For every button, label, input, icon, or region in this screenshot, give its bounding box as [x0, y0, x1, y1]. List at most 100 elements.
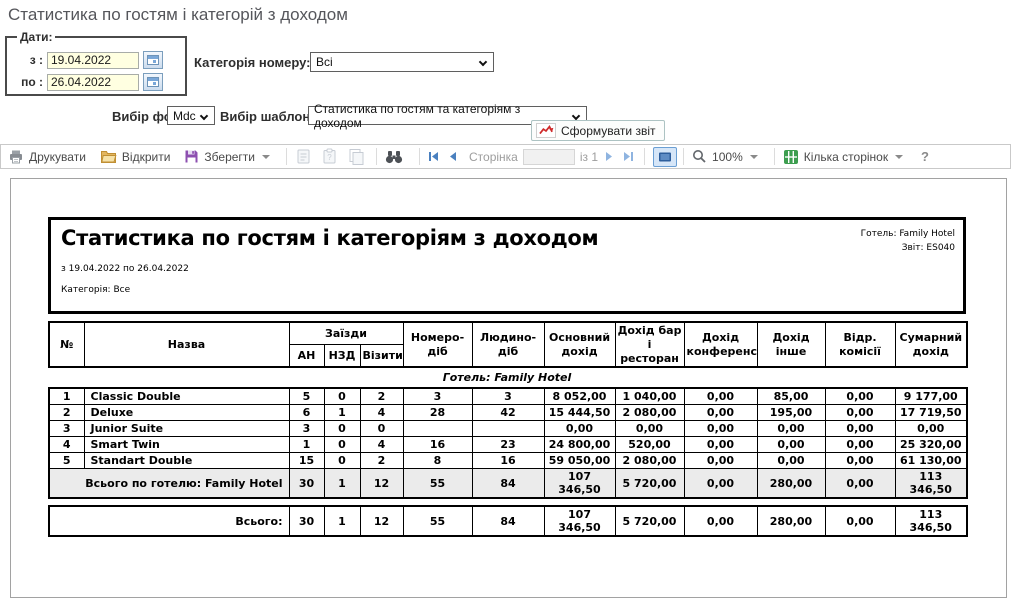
table-cell-total: 61 130,00	[895, 453, 967, 469]
table-cell-name: Deluxe	[84, 405, 289, 421]
col-num: №	[49, 322, 84, 367]
grand-total-table: Всього: 30 1 12 55 84 107 346,50 5 720,0…	[48, 505, 968, 537]
col-nzd: НЗД	[324, 345, 360, 368]
toolbar-separator	[286, 148, 287, 165]
page-total-label: із 1	[580, 150, 598, 164]
grand-total-visits: 12	[360, 506, 403, 536]
hotel-total-nzd: 1	[324, 469, 360, 499]
hotel-group-label: Готель: Family Hotel	[48, 371, 966, 384]
zoom-value: 100%	[712, 150, 743, 164]
report-category: Категорія: Все	[61, 285, 955, 295]
table-cell-visits: 0	[360, 421, 403, 437]
table-cell-conf: 0,00	[684, 421, 757, 437]
generate-report-button[interactable]: Сформувати звіт	[531, 120, 665, 141]
format-select[interactable]: Mdc	[167, 106, 215, 125]
hotel-total-sum: 113 346,50	[895, 469, 967, 499]
table-cell-room_nights: 8	[403, 453, 472, 469]
chevron-down-icon	[479, 58, 487, 66]
table-cell-total: 9 177,00	[895, 388, 967, 405]
clipboard-help-icon-disabled: ?	[321, 148, 338, 165]
magnifier-icon	[692, 149, 707, 164]
col-person-nights: Людино-діб	[472, 322, 544, 367]
table-cell-main: 24 800,00	[544, 437, 615, 453]
col-name: Назва	[84, 322, 289, 367]
calendar-button[interactable]	[143, 73, 163, 91]
col-total-income: Сумарний дохід	[895, 322, 967, 367]
table-cell-name: Junior Suite	[84, 421, 289, 437]
table-cell-total: 25 320,00	[895, 437, 967, 453]
grand-total-conf: 0,00	[684, 506, 757, 536]
table-row: 2Deluxe614284215 444,502 080,000,00195,0…	[49, 405, 967, 421]
col-room-nights: Номеро-діб	[403, 322, 472, 367]
table-cell-other: 195,00	[757, 405, 825, 421]
chart-icon	[536, 123, 556, 138]
dates-legend: Дати:	[17, 30, 55, 44]
print-button[interactable]: Друкувати	[8, 149, 86, 165]
chevron-down-icon	[750, 155, 758, 159]
table-cell-conf: 0,00	[684, 388, 757, 405]
page-label: Сторінка	[469, 150, 518, 164]
table-cell-total: 0,00	[895, 421, 967, 437]
table-cell-num: 2	[49, 405, 84, 421]
chevron-down-icon	[895, 155, 903, 159]
grand-total-commission: 0,00	[825, 506, 895, 536]
room-category-select[interactable]: Всі	[310, 52, 494, 72]
folder-open-icon	[100, 149, 117, 164]
report-hotel: Готель: Family Hotel	[861, 227, 955, 241]
grand-total-sum: 113 346,50	[895, 506, 967, 536]
grand-total-main: 107 346,50	[544, 506, 615, 536]
col-main-income: Основний дохід	[544, 322, 615, 367]
first-page-button[interactable]	[428, 151, 439, 162]
report-viewer-panel: Статистика по гостям і категоріям з дохо…	[10, 178, 1007, 598]
page-number-input[interactable]	[523, 149, 575, 165]
table-cell-other: 0,00	[757, 453, 825, 469]
table-cell-person_nights: 23	[472, 437, 544, 453]
toolbar-separator	[419, 148, 420, 165]
table-cell-num: 1	[49, 388, 84, 405]
hotel-total-other: 280,00	[757, 469, 825, 499]
table-cell-bar: 1 040,00	[615, 388, 684, 405]
next-page-button[interactable]	[604, 151, 615, 162]
table-cell-num: 4	[49, 437, 84, 453]
table-cell-commission: 0,00	[825, 453, 895, 469]
multipage-label: Кілька сторінок	[804, 150, 888, 164]
export-page-icon-disabled	[295, 148, 312, 165]
calendar-icon	[147, 77, 159, 87]
table-cell-person_nights	[472, 421, 544, 437]
search-button[interactable]	[385, 150, 403, 164]
date-to-input[interactable]	[47, 74, 139, 91]
report-title: Статистика по гостям і категоріям з дохо…	[61, 226, 955, 250]
col-commission: Відр. комісії	[825, 322, 895, 367]
table-cell-an: 6	[289, 405, 324, 421]
svg-text:?: ?	[327, 153, 332, 162]
previous-page-button[interactable]	[447, 151, 458, 162]
table-cell-other: 85,00	[757, 388, 825, 405]
table-cell-bar: 2 080,00	[615, 405, 684, 421]
hotel-total-bar: 5 720,00	[615, 469, 684, 499]
open-button[interactable]: Відкрити	[100, 149, 171, 164]
toolbar-separator	[774, 148, 775, 165]
grand-total-other: 280,00	[757, 506, 825, 536]
table-cell-num: 5	[49, 453, 84, 469]
chevron-down-icon	[200, 112, 208, 120]
room-category-label: Категорія номеру:	[194, 55, 310, 70]
printer-icon	[8, 149, 24, 165]
save-button[interactable]: Зберегти	[184, 149, 270, 164]
chevron-down-icon	[262, 155, 270, 159]
hotel-total-row: Всього по готелю: Family Hotel 30 1 12 5…	[49, 469, 967, 499]
multipage-grid-icon	[783, 149, 799, 165]
col-other-income: Дохід інше	[757, 322, 825, 367]
date-from-input[interactable]	[47, 52, 139, 69]
last-page-button[interactable]	[623, 151, 634, 162]
report-data-table: 1Classic Double502338 052,001 040,000,00…	[48, 387, 968, 499]
zoom-button[interactable]: 100%	[692, 149, 758, 164]
multipage-button[interactable]: Кілька сторінок	[783, 149, 903, 165]
page-view-toggle-button[interactable]	[653, 147, 677, 167]
toolbar-separator	[644, 148, 645, 165]
calendar-button[interactable]	[143, 51, 163, 69]
table-cell-visits: 4	[360, 405, 403, 421]
table-cell-num: 3	[49, 421, 84, 437]
help-button[interactable]: ?	[921, 149, 929, 164]
table-cell-bar: 2 080,00	[615, 453, 684, 469]
format-value: Mdc	[173, 109, 196, 123]
